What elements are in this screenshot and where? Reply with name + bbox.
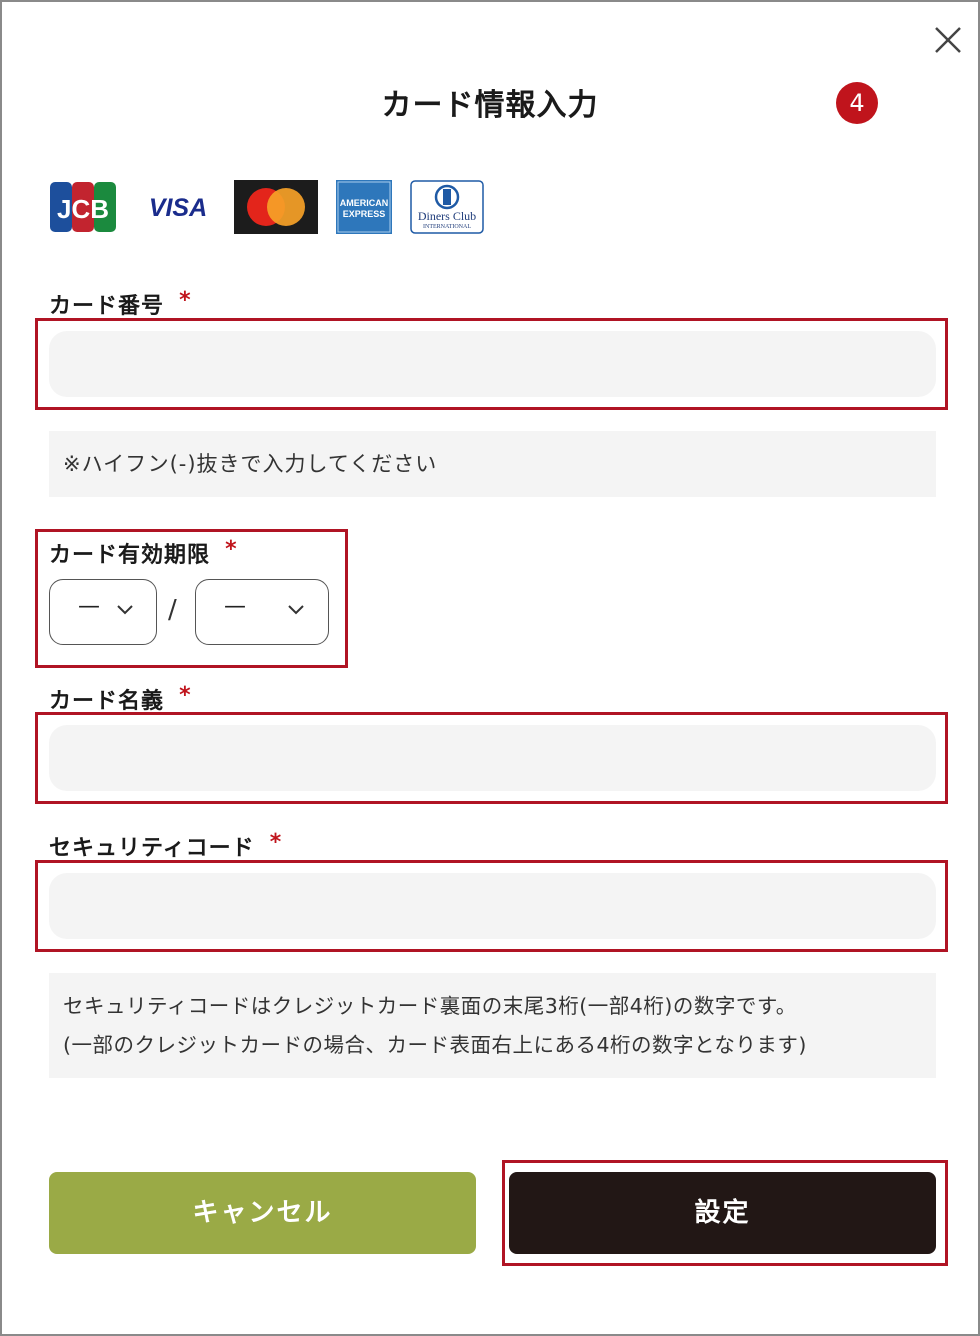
required-mark: * bbox=[269, 830, 282, 855]
expiry-month-select[interactable]: — bbox=[49, 579, 157, 645]
holder-label: カード名義 bbox=[49, 689, 165, 714]
amex-logo: AMERICAN EXPRESS bbox=[336, 180, 392, 234]
card-number-label-row: カード番号 * bbox=[49, 288, 191, 320]
step-badge: 4 bbox=[836, 82, 878, 124]
visa-logo: VISA bbox=[146, 180, 210, 234]
visa-logo-text: VISA bbox=[149, 194, 207, 222]
security-note-line2: (一部のクレジットカードの場合、カード表面右上にある4桁の数字となります) bbox=[63, 1033, 807, 1057]
card-number-input[interactable] bbox=[49, 331, 936, 397]
security-code-input[interactable] bbox=[49, 873, 936, 939]
close-button[interactable] bbox=[930, 22, 966, 58]
security-note-line1: セキュリティコードはクレジットカード裏面の末尾3桁(一部4桁)の数字です。 bbox=[63, 994, 797, 1018]
card-number-note: ※ハイフン(-)抜きで入力してください bbox=[49, 431, 936, 497]
amex-logo-line1: AMERICAN bbox=[340, 198, 389, 208]
security-label-row: セキュリティコード * bbox=[49, 830, 281, 862]
expiry-year-select[interactable]: — bbox=[195, 579, 329, 645]
jcb-logo-text: JCB bbox=[57, 194, 109, 224]
diners-logo-line2: INTERNATIONAL bbox=[423, 224, 471, 230]
diners-logo: Diners Club INTERNATIONAL bbox=[410, 180, 484, 234]
submit-button[interactable]: 設定 bbox=[509, 1172, 936, 1254]
mastercard-logo bbox=[234, 180, 318, 234]
chevron-down-icon bbox=[117, 605, 133, 615]
card-number-label: カード番号 bbox=[49, 294, 165, 319]
expiry-label: カード有効期限 bbox=[49, 543, 211, 568]
holder-input[interactable] bbox=[49, 725, 936, 791]
expiry-month-value: — bbox=[78, 594, 100, 619]
expiry-label-row: カード有効期限 * bbox=[49, 537, 237, 569]
diners-logo-line1: Diners Club bbox=[418, 209, 476, 223]
close-icon bbox=[935, 27, 961, 53]
dialog-title: カード情報入力 bbox=[381, 88, 599, 123]
holder-label-row: カード名義 * bbox=[49, 683, 191, 715]
required-mark: * bbox=[179, 683, 191, 708]
jcb-logo: JCB bbox=[50, 180, 116, 234]
expiry-year-value: — bbox=[224, 594, 246, 619]
amex-logo-line2: EXPRESS bbox=[343, 209, 386, 219]
security-note: セキュリティコードはクレジットカード裏面の末尾3桁(一部4桁)の数字です。 (一… bbox=[49, 973, 936, 1078]
required-mark: * bbox=[179, 288, 191, 313]
expiry-separator: / bbox=[168, 595, 177, 625]
security-label: セキュリティコード bbox=[49, 836, 255, 861]
cancel-button[interactable]: キャンセル bbox=[49, 1172, 476, 1254]
required-mark: * bbox=[225, 537, 237, 562]
chevron-down-icon bbox=[288, 605, 304, 615]
